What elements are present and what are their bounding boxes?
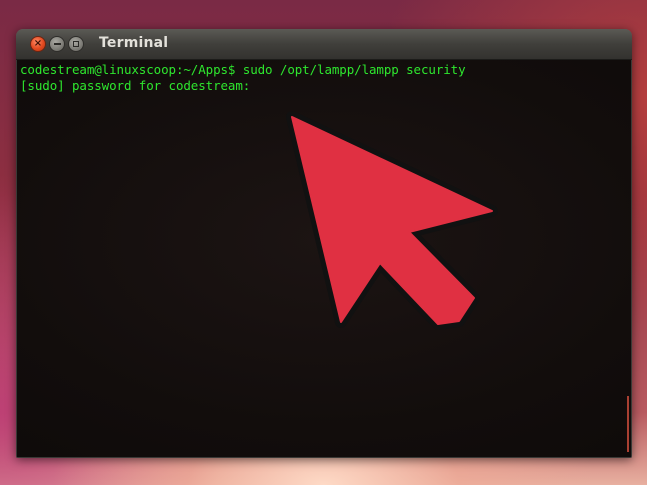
close-icon: × [33,38,43,49]
minimize-icon [53,43,61,45]
terminal-window: × Terminal codestream@linuxscoop:~/Apps$… [16,29,632,458]
terminal-line-password-prompt: [sudo] password for codestream: [20,78,251,93]
terminal-line-command: codestream@linuxscoop:~/Apps$ sudo /opt/… [20,62,466,77]
maximize-button[interactable] [68,36,84,52]
close-button[interactable]: × [30,36,46,52]
maximize-icon [73,41,79,47]
scrollbar[interactable] [627,396,629,452]
terminal-area[interactable]: codestream@linuxscoop:~/Apps$ sudo /opt/… [16,60,632,458]
minimize-button[interactable] [49,36,65,52]
title-bar[interactable]: × Terminal [16,29,632,60]
window-title: Terminal [99,35,169,51]
